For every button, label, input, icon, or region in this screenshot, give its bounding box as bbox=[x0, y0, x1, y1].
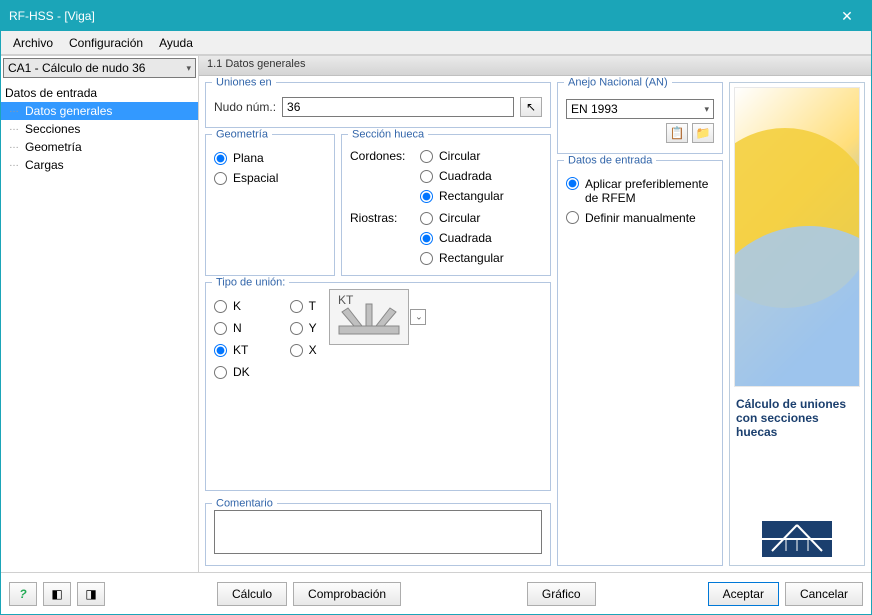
grafico-button[interactable]: Gráfico bbox=[527, 582, 596, 606]
brand-desc: Cálculo de uniones con secciones huecas bbox=[734, 393, 860, 443]
cordones-label: Cordones: bbox=[350, 149, 412, 203]
radio-t[interactable]: T bbox=[290, 299, 317, 313]
anejo-btn-2[interactable]: 📁 bbox=[692, 123, 714, 143]
radio-dk[interactable]: DK bbox=[214, 365, 250, 379]
riostras-label: Riostras: bbox=[350, 211, 412, 265]
anejo-select-value: EN 1993 bbox=[571, 102, 618, 116]
kt-joint-icon: KT bbox=[334, 294, 404, 340]
radio-cordones-cuadrada[interactable]: Cuadrada bbox=[420, 169, 504, 183]
brand-art: RF-HSS bbox=[734, 87, 860, 387]
legend-uniones: Uniones en bbox=[212, 76, 276, 88]
group-datos-entrada: Datos de entrada Aplicar preferiblemente… bbox=[557, 160, 723, 566]
tree-item-geometria[interactable]: Geometría bbox=[1, 138, 198, 156]
anejo-select[interactable]: EN 1993 ▾ bbox=[566, 99, 714, 119]
radio-k[interactable]: K bbox=[214, 299, 250, 313]
group-comentario: Comentario bbox=[205, 503, 551, 566]
radio-plana[interactable]: Plana bbox=[214, 151, 326, 165]
group-tipo-union: Tipo de unión: K N KT DK T bbox=[205, 282, 551, 491]
calculo-button[interactable]: Cálculo bbox=[217, 582, 287, 606]
radio-kt[interactable]: KT bbox=[214, 343, 250, 357]
radio-manual[interactable]: Definir manualmente bbox=[566, 211, 714, 225]
clipboard-icon: 📋 bbox=[670, 126, 685, 140]
radio-rfem[interactable]: Aplicar preferiblemente de RFEM bbox=[566, 177, 714, 205]
nav-next-button[interactable]: ◨ bbox=[77, 582, 105, 606]
legend-anejo: Anejo Nacional (AN) bbox=[564, 76, 672, 88]
radio-n[interactable]: N bbox=[214, 321, 250, 335]
radio-espacial[interactable]: Espacial bbox=[214, 171, 326, 185]
comprobacion-button[interactable]: Comprobación bbox=[293, 582, 401, 606]
radio-cordones-rectangular[interactable]: Rectangular bbox=[420, 189, 504, 203]
folder-icon: 📁 bbox=[696, 126, 711, 140]
group-geometria: Geometría Plana Espacial bbox=[205, 134, 335, 276]
help-button[interactable]: ? bbox=[9, 582, 37, 606]
legend-datos-entrada: Datos de entrada bbox=[564, 154, 656, 166]
brand-panel: RF-HSS Cálculo de uniones con secciones … bbox=[729, 82, 865, 566]
group-uniones: Uniones en Nudo núm.: ↖ bbox=[205, 82, 551, 128]
aceptar-button[interactable]: Aceptar bbox=[708, 582, 779, 606]
tipo-preview-dropdown[interactable]: KT ⌄ bbox=[329, 289, 409, 345]
legend-tipo: Tipo de unión: bbox=[212, 276, 289, 288]
case-combo[interactable]: CA1 - Cálculo de nudo 36 ▾ bbox=[3, 58, 196, 78]
comentario-textarea[interactable] bbox=[214, 510, 542, 554]
group-anejo: Anejo Nacional (AN) EN 1993 ▾ 📋 📁 bbox=[557, 82, 723, 154]
chevron-down-icon: ▾ bbox=[186, 63, 191, 74]
tree-item-datos-generales[interactable]: Datos generales bbox=[1, 102, 198, 120]
pick-node-button[interactable]: ↖ bbox=[520, 97, 542, 117]
brand-logo bbox=[734, 517, 860, 561]
legend-geometria: Geometría bbox=[212, 128, 272, 140]
window-title: RF-HSS - [Viga] bbox=[9, 9, 831, 23]
radio-riostras-cuadrada[interactable]: Cuadrada bbox=[420, 231, 504, 245]
nav-icon: ◧ bbox=[51, 587, 62, 601]
radio-riostras-rectangular[interactable]: Rectangular bbox=[420, 251, 504, 265]
svg-text:KT: KT bbox=[338, 294, 354, 307]
anejo-btn-1[interactable]: 📋 bbox=[666, 123, 688, 143]
brand-name: RF-HSS bbox=[767, 382, 853, 387]
close-button[interactable]: ✕ bbox=[831, 4, 863, 28]
section-header: 1.1 Datos generales bbox=[199, 56, 871, 76]
group-seccion-hueca: Sección hueca Cordones: Circular Cuadrad… bbox=[341, 134, 551, 276]
case-combo-value: CA1 - Cálculo de nudo 36 bbox=[8, 61, 145, 75]
menu-help[interactable]: Ayuda bbox=[151, 33, 201, 53]
tree-item-secciones[interactable]: Secciones bbox=[1, 120, 198, 138]
nav-prev-button[interactable]: ◧ bbox=[43, 582, 71, 606]
radio-x[interactable]: X bbox=[290, 343, 317, 357]
nav-icon: ◨ bbox=[85, 587, 96, 601]
menu-config[interactable]: Configuración bbox=[61, 33, 151, 53]
help-icon: ? bbox=[19, 587, 26, 601]
nudo-label: Nudo núm.: bbox=[214, 100, 276, 114]
chevron-down-icon: ▾ bbox=[704, 104, 709, 115]
tree-root[interactable]: Datos de entrada bbox=[1, 84, 198, 102]
legend-seccion-hueca: Sección hueca bbox=[348, 128, 428, 140]
radio-y[interactable]: Y bbox=[290, 321, 317, 335]
legend-comentario: Comentario bbox=[212, 497, 277, 509]
radio-riostras-circular[interactable]: Circular bbox=[420, 211, 504, 225]
pick-icon: ↖ bbox=[526, 100, 536, 114]
radio-cordones-circular[interactable]: Circular bbox=[420, 149, 504, 163]
cancelar-button[interactable]: Cancelar bbox=[785, 582, 863, 606]
menu-file[interactable]: Archivo bbox=[5, 33, 61, 53]
tree-item-cargas[interactable]: Cargas bbox=[1, 156, 198, 174]
nudo-input[interactable] bbox=[282, 97, 514, 117]
